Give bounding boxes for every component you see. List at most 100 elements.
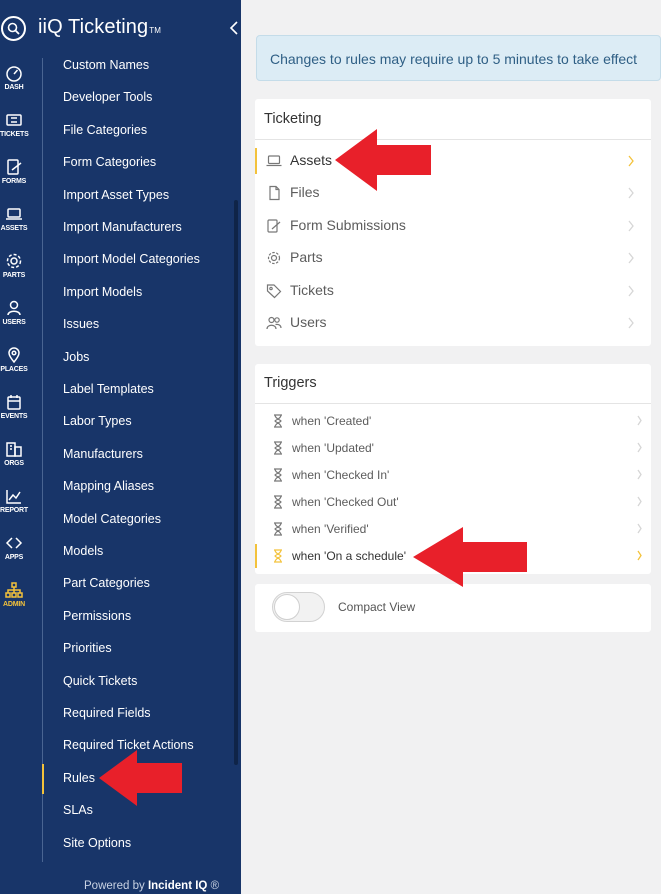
chevron-right-icon [636,441,644,459]
ticketing-item-files[interactable]: Files [255,178,651,208]
rail-item-dash[interactable]: DASH [0,64,28,104]
apps-icon [0,534,28,552]
chevron-right-icon [636,414,644,432]
ticketing-item-form-submissions[interactable]: Form Submissions [255,211,651,241]
ticket-icon [0,111,28,129]
nav-scrollbar[interactable] [234,200,238,765]
rail-label: ASSETS [0,225,28,232]
rail-label: EVENTS [0,413,28,420]
nav-item-labor-types[interactable]: Labor Types [63,414,132,428]
nav-item-developer-tools[interactable]: Developer Tools [63,90,152,104]
nav-item-rules[interactable]: Rules [63,771,95,785]
logo-icon [1,16,26,41]
gauge-icon [0,64,28,82]
chevron-right-icon [636,495,644,513]
ticketing-item-assets[interactable]: Assets [255,146,651,176]
hourglass-icon [273,495,283,514]
rail-item-orgs[interactable]: ORGS [0,440,28,480]
rail-item-users[interactable]: USERS [0,299,28,339]
nav-item-permissions[interactable]: Permissions [63,609,131,623]
rail-item-report[interactable]: REPORT [0,487,28,527]
nav-item-jobs[interactable]: Jobs [63,350,89,364]
hourglass-icon [273,468,283,487]
chevron-right-icon [627,154,636,173]
nav-item-part-categories[interactable]: Part Categories [63,576,150,590]
ticketing-item-users[interactable]: Users [255,308,651,338]
trigger-item[interactable]: when 'Created' [255,408,651,434]
chevron-right-icon [636,468,644,486]
annotation-arrow-icon [335,129,431,191]
annotation-arrow-icon [99,750,182,806]
laptop-icon [266,153,282,174]
form-icon [266,218,282,239]
card-divider [255,139,651,140]
powered-by: Powered by Incident IQ ® [84,880,220,892]
rail-item-parts[interactable]: PARTS [0,252,28,292]
row-label: Tickets [290,281,334,298]
row-label: Form Submissions [290,216,406,233]
form-icon [0,158,28,176]
nav-active-indicator [42,764,44,794]
nav-item-import-models[interactable]: Import Models [63,285,142,299]
trigger-label: when 'On a schedule' [292,549,406,563]
hourglass-icon [273,414,283,433]
chevron-right-icon [627,316,636,335]
rail-item-events[interactable]: EVENTS [0,393,28,433]
nav-item-manufacturers[interactable]: Manufacturers [63,447,143,461]
nav-item-file-categories[interactable]: File Categories [63,123,147,137]
trigger-label: when 'Updated' [292,441,374,455]
nav-item-priorities[interactable]: Priorities [63,641,112,655]
toggle-knob [274,594,300,620]
trigger-item[interactable]: when 'Updated' [255,435,651,461]
nav-item-quick-tickets[interactable]: Quick Tickets [63,674,137,688]
gear-icon [266,250,282,271]
nav-divider [42,58,43,862]
rail-item-admin[interactable]: ADMIN [0,581,28,621]
rail-item-forms[interactable]: FORMS [0,158,28,198]
trigger-label: when 'Checked In' [292,468,390,482]
nav-item-models[interactable]: Models [63,544,103,558]
compact-view-toggle[interactable] [272,592,325,622]
collapse-sidebar-button[interactable] [228,19,240,37]
nav-item-custom-names[interactable]: Custom Names [63,58,149,72]
nav-item-import-model-categories[interactable]: Import Model Categories [63,252,200,266]
nav-item-issues[interactable]: Issues [63,317,99,331]
nav-item-import-manufacturers[interactable]: Import Manufacturers [63,220,182,234]
rail-label: APPS [4,554,24,561]
chevron-left-icon [229,21,238,35]
nav-item-required-fields[interactable]: Required Fields [63,706,151,720]
nav-item-site-options[interactable]: Site Options [63,836,131,850]
rail-item-assets[interactable]: ASSETS [0,205,28,245]
row-label: Parts [290,249,323,266]
nav-item-slas[interactable]: SLAs [63,803,93,817]
rail-item-places[interactable]: PLACES [0,346,28,386]
gear-icon [0,252,28,270]
row-label: Files [290,184,320,201]
trigger-label: when 'Created' [292,414,372,428]
rail-label: TICKETS [0,131,29,138]
ticketing-item-tickets[interactable]: Tickets [255,276,651,306]
rail-item-apps[interactable]: APPS [0,534,28,574]
nav-item-import-asset-types[interactable]: Import Asset Types [63,188,169,202]
ticketing-item-parts[interactable]: Parts [255,243,651,273]
rail-label: PLACES [0,366,28,373]
users-icon [266,315,282,336]
nav-item-model-categories[interactable]: Model Categories [63,512,161,526]
nav-item-form-categories[interactable]: Form Categories [63,155,156,169]
calendar-icon [0,393,28,411]
hourglass-icon [273,441,283,460]
rail-label: USERS [2,319,26,326]
user-icon [0,299,28,317]
compact-view-card: Compact View [255,584,651,632]
nav-item-label-templates[interactable]: Label Templates [63,382,154,396]
trigger-item[interactable]: when 'Checked Out' [255,489,651,515]
rail-label: ADMIN [3,601,25,608]
trigger-item[interactable]: when 'Checked In' [255,462,651,488]
rail-label: ORGS [4,460,24,467]
chevron-right-icon [636,522,644,540]
nav-item-mapping-aliases[interactable]: Mapping Aliases [63,479,154,493]
compact-view-label: Compact View [338,600,416,614]
trigger-label: when 'Verified' [292,522,369,536]
rail-item-tickets[interactable]: TICKETS [0,111,29,151]
building-icon [0,440,28,458]
